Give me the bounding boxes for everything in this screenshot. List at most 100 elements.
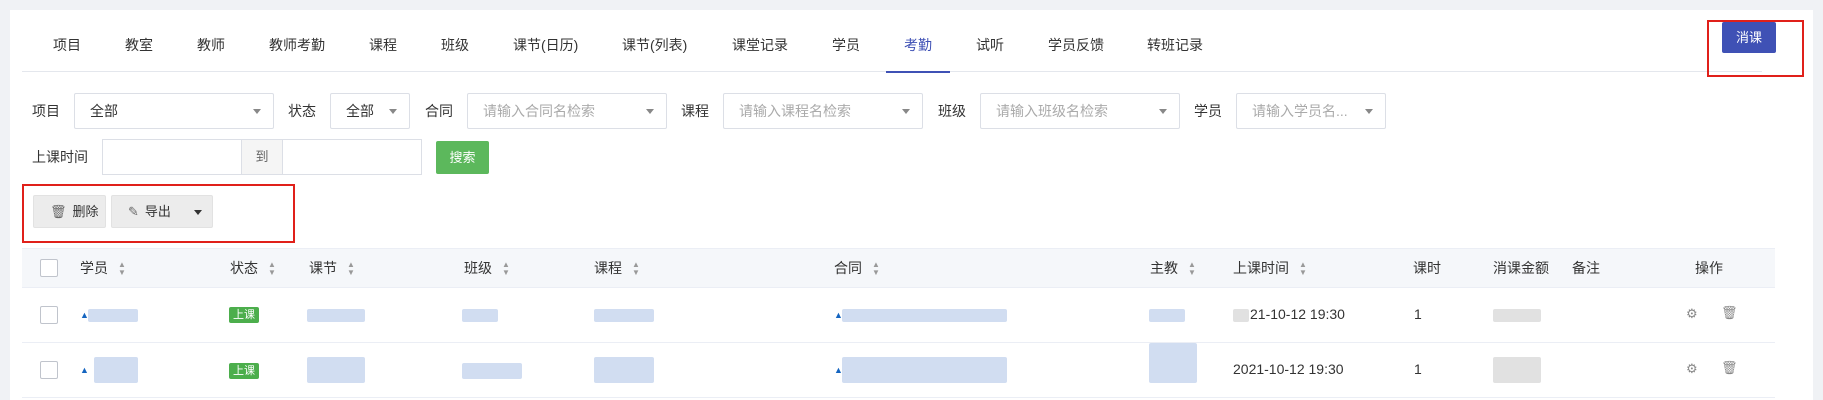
- trash-icon[interactable]: 🗑: [1721, 360, 1738, 376]
- col-status-label: 状态: [230, 260, 258, 276]
- trash-icon[interactable]: 🗑: [1721, 305, 1738, 321]
- date-separator: 到: [242, 139, 282, 175]
- tab-lesson-calendar[interactable]: 课节(日历): [513, 30, 578, 72]
- trash-icon: 🗑: [50, 204, 67, 219]
- export-button-label: 导出: [144, 204, 171, 219]
- contract-select[interactable]: 请输入合同名检索: [467, 93, 667, 129]
- student-label: 学员: [1194, 103, 1222, 119]
- col-teacher[interactable]: 主教 ▲ ▼: [1150, 249, 1196, 287]
- redacted-text: [1233, 309, 1249, 322]
- contract-select-placeholder: 请输入合同名检索: [483, 103, 595, 119]
- status-badge: 上课: [229, 363, 259, 379]
- tab-student-feedback[interactable]: 学员反馈: [1048, 30, 1104, 72]
- table-row: ▲ 上课 ▲ 2021-10-12 19:30 1 ⚙ 🗑: [22, 343, 1775, 398]
- course-select[interactable]: 请输入课程名检索: [723, 93, 923, 129]
- class-select[interactable]: 请输入班级名检索: [980, 93, 1180, 129]
- course-select-placeholder: 请输入课程名检索: [739, 103, 851, 119]
- tab-class-record[interactable]: 课堂记录: [732, 30, 788, 72]
- delete-button[interactable]: 🗑 删除: [33, 195, 106, 228]
- gear-icon[interactable]: ⚙: [1686, 361, 1698, 377]
- start-date-input[interactable]: [102, 139, 242, 175]
- course-label: 课程: [681, 103, 709, 119]
- class-label: 班级: [938, 103, 966, 119]
- col-time[interactable]: 上课时间 ▲ ▼: [1233, 249, 1307, 287]
- triangle-icon: ▲: [80, 365, 89, 375]
- select-all-checkbox[interactable]: [40, 259, 58, 277]
- class-name[interactable]: [462, 363, 522, 379]
- sort-icon: ▲ ▼: [632, 260, 640, 278]
- col-student[interactable]: 学员 ▲ ▼: [80, 249, 126, 287]
- tab-course[interactable]: 课程: [369, 30, 397, 72]
- course-name[interactable]: [594, 309, 654, 322]
- project-label: 项目: [32, 103, 60, 119]
- student-select[interactable]: 请输入学员名...: [1236, 93, 1386, 129]
- chevron-down-icon: [194, 210, 202, 215]
- col-actions: 操作: [1695, 260, 1723, 276]
- project-select[interactable]: 全部: [74, 93, 274, 129]
- student-name[interactable]: [94, 357, 138, 383]
- col-teacher-label: 主教: [1150, 260, 1178, 276]
- col-contract-label: 合同: [834, 260, 862, 276]
- row-checkbox[interactable]: [40, 361, 58, 379]
- table-header: 学员 ▲ ▼ 状态 ▲ ▼ 课节 ▲ ▼ 班级 ▲ ▼ 课程 ▲ ▼ 合同 ▲ ▼ 主教 ▲ ▼ 上课时间 ▲…: [22, 248, 1775, 288]
- export-button[interactable]: ✎ 导出: [111, 195, 213, 228]
- col-hours: 课时: [1413, 260, 1441, 276]
- contract-name[interactable]: [842, 357, 1007, 383]
- search-button[interactable]: 搜索: [436, 141, 489, 174]
- xiaoke-button[interactable]: 消课: [1722, 22, 1776, 53]
- tab-project[interactable]: 项目: [53, 30, 81, 72]
- teacher-name: [1149, 343, 1197, 383]
- teacher-name: [1149, 309, 1185, 322]
- col-note: 备注: [1572, 260, 1600, 276]
- tab-student[interactable]: 学员: [832, 30, 860, 72]
- consumed-amount: [1493, 309, 1541, 322]
- contract-name[interactable]: [842, 309, 1007, 322]
- col-time-label: 上课时间: [1233, 260, 1289, 276]
- class-name[interactable]: [462, 309, 498, 322]
- col-contract[interactable]: 合同 ▲ ▼: [834, 249, 880, 287]
- chevron-down-icon: [1159, 109, 1167, 114]
- chevron-down-icon: [253, 109, 261, 114]
- col-class-label: 班级: [464, 260, 492, 276]
- lesson-hours: 1: [1414, 306, 1422, 322]
- end-date-input[interactable]: [282, 139, 422, 175]
- col-amount: 消课金额: [1493, 260, 1549, 276]
- col-status[interactable]: 状态 ▲ ▼: [230, 249, 276, 287]
- class-time: 21-10-12 19:30: [1250, 306, 1345, 322]
- class-time: 2021-10-12 19:30: [1233, 361, 1344, 377]
- chevron-down-icon: [389, 109, 397, 114]
- project-select-value: 全部: [90, 103, 118, 119]
- lesson-name[interactable]: [307, 309, 365, 322]
- gear-icon[interactable]: ⚙: [1686, 306, 1698, 322]
- status-select[interactable]: 全部: [330, 93, 410, 129]
- tab-lesson-list[interactable]: 课节(列表): [622, 30, 687, 72]
- col-student-label: 学员: [80, 260, 108, 276]
- tab-transfer-record[interactable]: 转班记录: [1147, 30, 1203, 72]
- col-course-label: 课程: [594, 260, 622, 276]
- student-name[interactable]: [88, 309, 138, 322]
- status-badge: 上课: [229, 307, 259, 323]
- class-select-placeholder: 请输入班级名检索: [996, 103, 1108, 119]
- sort-icon: ▲ ▼: [1188, 260, 1196, 278]
- edit-icon: ✎: [128, 204, 139, 219]
- tab-classroom[interactable]: 教室: [125, 30, 153, 72]
- col-class[interactable]: 班级 ▲ ▼: [464, 249, 510, 287]
- row-checkbox[interactable]: [40, 306, 58, 324]
- tab-teacher[interactable]: 教师: [197, 30, 225, 72]
- col-lesson[interactable]: 课节 ▲ ▼: [309, 249, 355, 287]
- contract-label: 合同: [425, 103, 453, 119]
- col-course[interactable]: 课程 ▲ ▼: [594, 249, 640, 287]
- course-name[interactable]: [594, 357, 654, 383]
- tab-trial[interactable]: 试听: [976, 30, 1004, 72]
- tab-attendance[interactable]: 考勤: [886, 30, 950, 73]
- status-label: 状态: [288, 103, 316, 119]
- tab-teacher-attendance[interactable]: 教师考勤: [269, 30, 325, 72]
- sort-icon: ▲ ▼: [1299, 260, 1307, 278]
- lesson-name[interactable]: [307, 357, 365, 383]
- lesson-hours: 1: [1414, 361, 1422, 377]
- col-lesson-label: 课节: [309, 260, 337, 276]
- chevron-down-icon: [1365, 109, 1373, 114]
- tab-class[interactable]: 班级: [441, 30, 469, 72]
- sort-icon: ▲ ▼: [872, 260, 880, 278]
- delete-button-label: 删除: [72, 204, 99, 219]
